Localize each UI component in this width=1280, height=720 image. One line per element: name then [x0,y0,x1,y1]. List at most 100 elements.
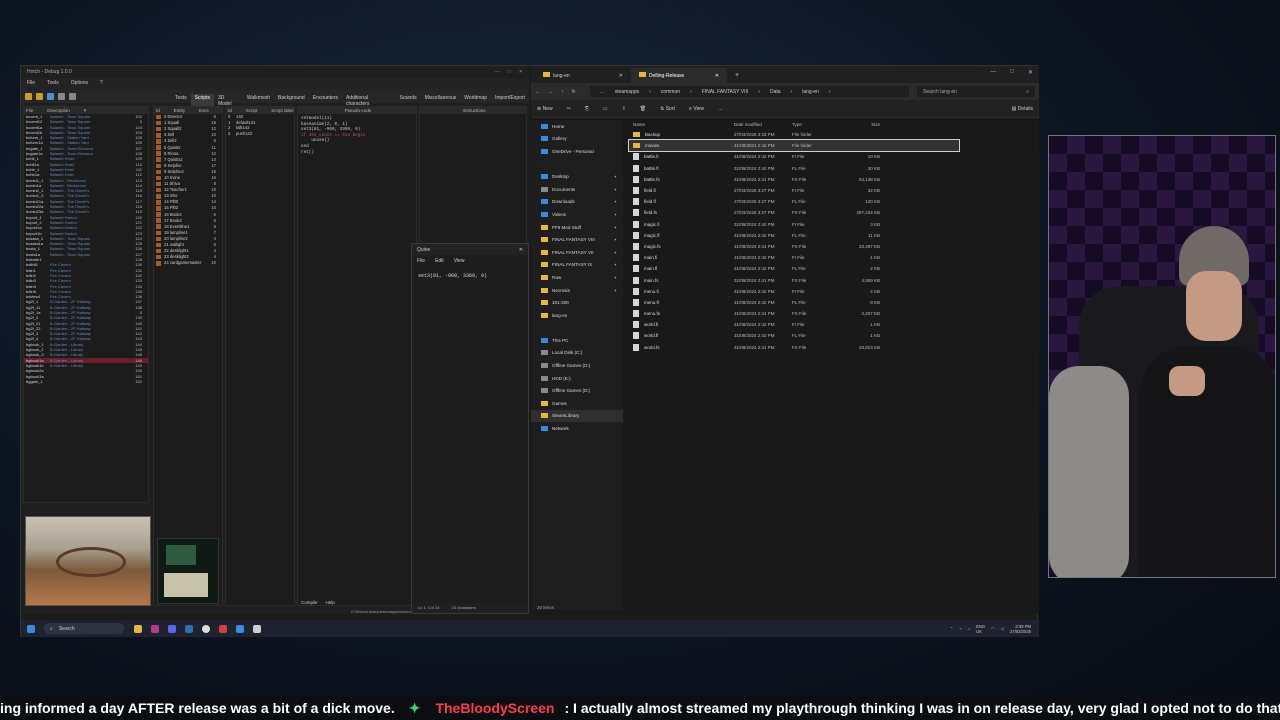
menu-item[interactable]: Edit [435,258,444,264]
file-row[interactable]: world.fi 31/08/2024 2:42 PM FI File 1 KB [629,319,959,330]
open-folder-icon[interactable] [25,93,32,100]
file-row[interactable]: menu.fi 31/08/2024 2:42 PM FI File 2 KB [629,286,959,297]
nav-item[interactable]: Raw ✦ [531,271,623,284]
save-as-icon[interactable] [47,93,54,100]
back-arrow-icon[interactable]: ← [535,89,540,95]
save-icon[interactable] [36,93,43,100]
file-row[interactable]: field.fi 27/03/2026 3:27 PM FI File 32 KB [629,185,959,196]
column-header[interactable]: Description [47,108,70,113]
file-row[interactable]: world.fl 31/08/2024 2:42 PM FL File 1 KB [629,330,959,341]
pseudo-code-editor[interactable]: setmodel(11) baseanime(2, 0, 1) set3(81, -… [298,114,416,157]
close-icon[interactable]: ✕ [619,73,623,79]
nav-item[interactable]: Downloads ✦ [531,196,623,209]
speaker-icon[interactable]: ◁ [1001,626,1004,631]
script-row[interactable]: 3 push 143 [226,131,294,137]
nav-item[interactable]: 101-200 [531,296,623,309]
close-icon[interactable]: ✕ [519,247,523,253]
column-header[interactable]: # [84,108,87,113]
network-icon[interactable]: ⌁ [959,626,962,631]
column-header[interactable]: Script [246,108,258,113]
file-row[interactable]: battle.fl 31/08/2024 2:42 PM FL File 30 KB [629,163,959,174]
nav-item[interactable]: Desktop ✦ [531,170,623,183]
share-icon[interactable]: ⇪ [622,106,626,112]
breadcrumb-item[interactable]: common [661,89,680,95]
column-header[interactable]: Script label [271,108,293,113]
wifi-icon[interactable]: ◠ [991,626,995,631]
file-row[interactable]: battle.fi 31/08/2024 2:42 PM FI File 10 KB [629,151,959,162]
menu-item[interactable]: Tools [47,80,59,88]
app-icon[interactable] [219,624,227,633]
file-row[interactable]: magic.fl 31/08/2024 2:42 PM FL File 11 KB [629,230,959,241]
file-row[interactable]: movies 31/08/2024 2:42 PM File folder [628,139,960,153]
nav-item[interactable]: Games [531,397,623,410]
nav-item[interactable]: Network [531,422,623,435]
search-input[interactable]: Search lang-en ⌕ [917,86,1035,97]
sort-button[interactable]: ⇅ Sort [660,106,675,112]
refresh-icon[interactable] [69,93,76,100]
breadcrumb[interactable]: … steamapps › common › FINAL FANTASY VIII › Dat… [589,86,909,97]
nav-item[interactable]: Documents ✦ [531,183,623,196]
language-indicator[interactable]: ENG UK [976,624,985,634]
nav-item[interactable]: Home [531,120,623,133]
obs-icon[interactable] [151,624,159,633]
nav-item[interactable]: Offline Games (D:) [531,384,623,397]
new-tab-button[interactable]: + [727,72,747,83]
nav-item[interactable]: FINAL FANTASY VII ✦ [531,246,623,259]
file-row[interactable]: bggate_1 152 [24,379,148,384]
file-row[interactable]: main.fs 31/08/2024 2:41 PM FS File 4,559 KB [629,274,959,285]
clock[interactable]: 3:39 PM 27/03/2026 [1010,624,1031,634]
nav-item[interactable]: Videos ✦ [531,208,623,221]
column-name[interactable]: Name [629,122,734,127]
refresh-icon[interactable]: ↻ [572,89,576,95]
quine-text-area[interactable]: set3(81, -960, 3369, 0) [412,267,528,285]
file-row[interactable]: battle.fs 31/08/2024 2:41 PM FS File 54,138… [629,174,959,185]
more-icon[interactable]: … [718,106,723,112]
nav-item[interactable]: Local Disk (C:) [531,347,623,360]
breadcrumb-item[interactable]: Data [770,89,781,95]
nav-item[interactable]: FINAL FANTASY IX ✦ [531,259,623,272]
file-row[interactable]: magic.fs 31/08/2024 2:41 PM FS File 23,487 … [629,241,959,252]
breadcrumb-item[interactable]: FINAL FANTASY VIII [702,89,749,95]
close-icon[interactable]: ✕ [715,73,719,79]
close-icon[interactable]: ✕ [519,69,523,75]
delete-icon[interactable]: 🗑 [640,106,646,112]
up-arrow-icon[interactable]: ↑ [561,89,564,95]
column-type[interactable]: Type [792,122,840,127]
column-header[interactable]: Id [156,108,160,113]
file-row[interactable]: world.fs 31/08/2024 2:41 PM FS File 33,823 … [629,342,959,353]
more-icon[interactable]: … [600,89,605,95]
file-row[interactable]: field.fs 27/03/2026 3:27 PM FS File 287,234… [629,207,959,218]
nav-item[interactable]: Offline Games (D:) [531,359,623,372]
file-row[interactable]: main.fi 31/08/2024 2:42 PM FI File 1 KB [629,252,959,263]
file-explorer-icon[interactable] [134,624,142,633]
cut-icon[interactable]: ✂ [567,106,571,112]
column-header[interactable]: File [26,108,33,113]
maximize-icon[interactable]: □ [1010,69,1014,76]
file-row[interactable]: menu.fl 31/08/2024 2:42 PM FL File 8 KB [629,297,959,308]
column-header[interactable]: Entity [174,108,185,113]
nav-item[interactable]: Necrosis ✦ [531,284,623,297]
chevron-up-icon[interactable]: ⌃ [950,626,954,631]
nav-item[interactable]: This PC [531,334,623,347]
menu-item[interactable]: ? [100,80,103,88]
nav-item[interactable]: Gallery [531,133,623,146]
discord-icon[interactable] [168,624,176,633]
close-icon[interactable]: ✕ [1028,69,1033,76]
nav-item[interactable]: FINAL FANTASY VIII ✦ [531,233,623,246]
settings-icon[interactable] [253,624,261,633]
column-header[interactable]: Exec [199,108,209,113]
copy-icon[interactable]: ⎘ [585,106,589,112]
help-button[interactable]: Help [326,600,335,605]
breadcrumb-item[interactable]: steamapps [615,89,639,95]
column-size[interactable]: Size [840,122,880,127]
new-button[interactable]: ⊕ New [537,106,553,112]
details-button[interactable]: ▤ Details [1012,106,1033,112]
menu-item[interactable]: File [417,258,425,264]
column-date-modified[interactable]: Date modified [734,122,792,127]
entity-row[interactable]: 24 cardgamemaster 10 [154,260,222,266]
view-button[interactable]: ≡ View [689,106,704,112]
settings-icon[interactable] [58,93,65,100]
tab-delling-release[interactable]: Delling-Release ✕ [631,68,727,83]
minimize-icon[interactable]: — [495,69,500,75]
file-row[interactable]: field.fl 27/03/2026 3:27 PM FL File 120 KB [629,196,959,207]
